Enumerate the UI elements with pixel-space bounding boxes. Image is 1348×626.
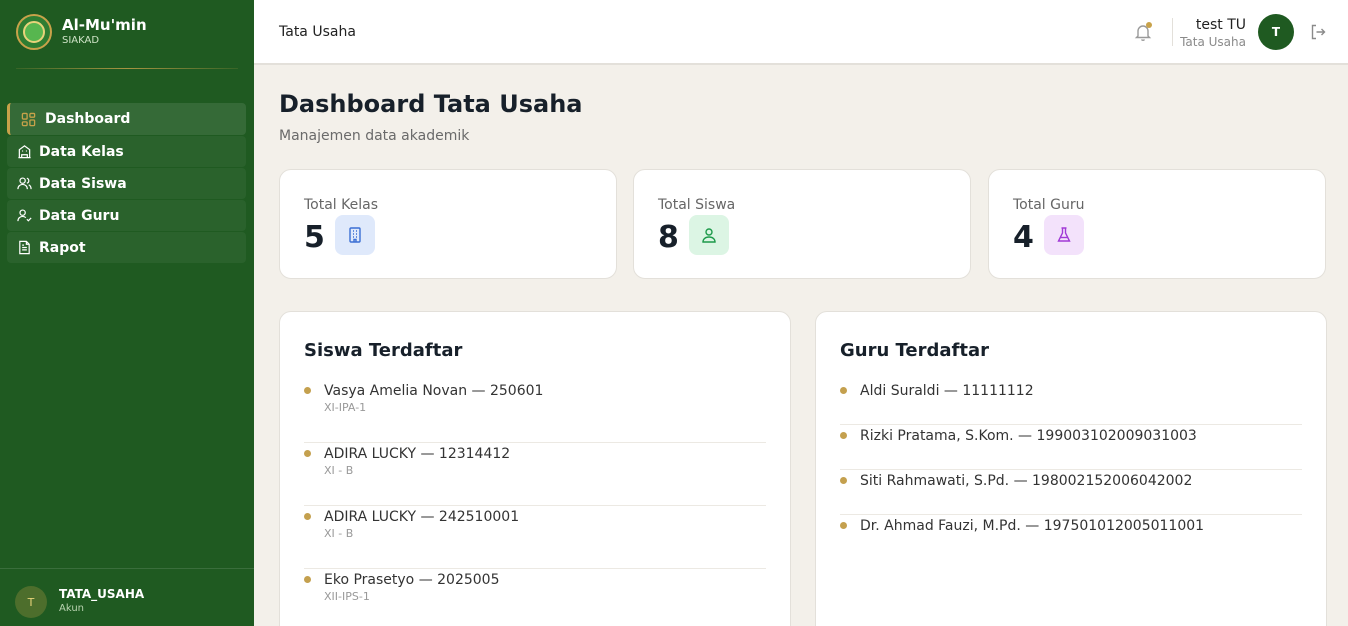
guru-list: Aldi Suraldi — 11111112 Rizki Pratama, S… <box>840 380 1302 560</box>
guru-name: Aldi Suraldi — 11111112 <box>860 383 1034 399</box>
card-title: Guru Terdaftar <box>840 340 990 361</box>
account-name: TATA_USAHA <box>59 587 145 601</box>
guru-name: Rizki Pratama, S.Kom. — 1990031020090310… <box>860 428 1197 444</box>
bell-icon <box>1133 25 1153 46</box>
list-item: Eko Prasetyo — 2025005 XII-IPS-1 <box>304 569 766 626</box>
app-name: Al-Mu'min <box>62 16 147 34</box>
grid-icon <box>20 111 36 127</box>
brand[interactable]: Al-Mu'min SIAKAD <box>16 14 147 50</box>
card-title: Siswa Terdaftar <box>304 340 463 361</box>
topbar: Tata Usaha test TU Tata Usaha T <box>254 0 1348 65</box>
bullet-dot <box>840 522 847 529</box>
bullet-dot <box>304 387 311 394</box>
notification-dot <box>1146 22 1152 28</box>
flask-icon <box>1044 215 1084 255</box>
list-item: ADIRA LUCKY — 12314412 XI - B <box>304 443 766 506</box>
siswa-class: XII-IPS-1 <box>324 590 370 603</box>
building-icon <box>335 215 375 255</box>
building-icon <box>16 144 32 160</box>
notification-button[interactable] <box>1133 22 1153 42</box>
guru-name: Siti Rahmawati, S.Pd. — 1980021520060420… <box>860 473 1193 489</box>
stat-value: 5 <box>304 220 325 255</box>
list-item: Siti Rahmawati, S.Pd. — 1980021520060420… <box>840 470 1302 515</box>
user-check-icon <box>16 208 32 224</box>
sidebar-item-data-kelas[interactable]: Data Kelas <box>7 136 246 167</box>
app-subtitle: SIAKAD <box>62 35 100 46</box>
divider <box>1172 18 1173 46</box>
sidebar-item-dashboard[interactable]: Dashboard <box>7 103 246 135</box>
sidebar-item-label: Dashboard <box>45 111 131 127</box>
sidebar-item-data-guru[interactable]: Data Guru <box>7 200 246 231</box>
bullet-dot <box>840 477 847 484</box>
page-subtitle: Manajemen data akademik <box>279 128 470 144</box>
sidebar-account[interactable]: T TATA_USAHA Akun <box>0 568 254 626</box>
user-role: Tata Usaha <box>1180 35 1246 49</box>
siswa-name: ADIRA LUCKY — 242510001 <box>324 509 520 525</box>
list-item: Aldi Suraldi — 11111112 <box>840 380 1302 425</box>
bullet-dot <box>840 387 847 394</box>
users-icon <box>689 215 729 255</box>
account-role: Akun <box>59 603 84 614</box>
guru-name: Dr. Ahmad Fauzi, M.Pd. — 197501012005011… <box>860 518 1205 534</box>
stat-value: 8 <box>658 220 679 255</box>
bullet-dot <box>304 576 311 583</box>
stat-value: 4 <box>1013 220 1034 255</box>
siswa-terdaftar-card: Siswa Terdaftar Vasya Amelia Novan — 250… <box>279 311 791 626</box>
stat-card-total-kelas: Total Kelas 5 <box>279 169 617 279</box>
sidebar-item-label: Data Guru <box>39 207 120 224</box>
bullet-dot <box>304 513 311 520</box>
sidebar-item-label: Data Siswa <box>39 175 127 192</box>
sidebar-nav: Dashboard Data Kelas Data Siswa Data Gur… <box>7 103 246 264</box>
school-logo <box>16 14 52 50</box>
user-avatar[interactable]: T <box>1258 14 1294 50</box>
stat-card-total-siswa: Total Siswa 8 <box>633 169 971 279</box>
siswa-class: XI - B <box>324 527 354 540</box>
logout-icon <box>1309 24 1327 45</box>
user-name: test TU <box>1195 17 1246 33</box>
topbar-title: Tata Usaha <box>279 24 356 40</box>
stat-label: Total Kelas <box>304 197 379 213</box>
stat-label: Total Siswa <box>658 197 736 213</box>
sidebar-item-rapot[interactable]: Rapot <box>7 232 246 263</box>
sidebar-item-label: Data Kelas <box>39 143 124 160</box>
sidebar-item-data-siswa[interactable]: Data Siswa <box>7 168 246 199</box>
avatar: T <box>15 586 47 618</box>
stat-label: Total Guru <box>1013 197 1085 213</box>
stat-card-total-guru: Total Guru 4 <box>988 169 1326 279</box>
sidebar-item-label: Rapot <box>39 239 86 256</box>
main-content: Dashboard Tata Usaha Manajemen data akad… <box>254 65 1348 626</box>
siswa-class: XI - B <box>324 464 354 477</box>
document-icon <box>16 240 32 256</box>
list-item: Rizki Pratama, S.Kom. — 1990031020090310… <box>840 425 1302 470</box>
sidebar: Al-Mu'min SIAKAD Dashboard Data Kelas Da… <box>0 0 254 626</box>
siswa-name: Vasya Amelia Novan — 250601 <box>324 383 544 399</box>
list-item: Dr. Ahmad Fauzi, M.Pd. — 197501012005011… <box>840 515 1302 560</box>
page-title: Dashboard Tata Usaha <box>279 90 583 118</box>
users-icon <box>16 176 32 192</box>
bullet-dot <box>840 432 847 439</box>
siswa-list: Vasya Amelia Novan — 250601 XI-IPA-1 ADI… <box>304 380 766 626</box>
guru-terdaftar-card: Guru Terdaftar Aldi Suraldi — 11111112 R… <box>815 311 1327 626</box>
list-item: ADIRA LUCKY — 242510001 XI - B <box>304 506 766 569</box>
siswa-name: ADIRA LUCKY — 12314412 <box>324 446 511 462</box>
list-item: Vasya Amelia Novan — 250601 XI-IPA-1 <box>304 380 766 443</box>
brand-divider <box>16 68 238 69</box>
logout-button[interactable] <box>1309 23 1327 41</box>
siswa-class: XI-IPA-1 <box>324 401 367 414</box>
siswa-name: Eko Prasetyo — 2025005 <box>324 572 500 588</box>
bullet-dot <box>304 450 311 457</box>
